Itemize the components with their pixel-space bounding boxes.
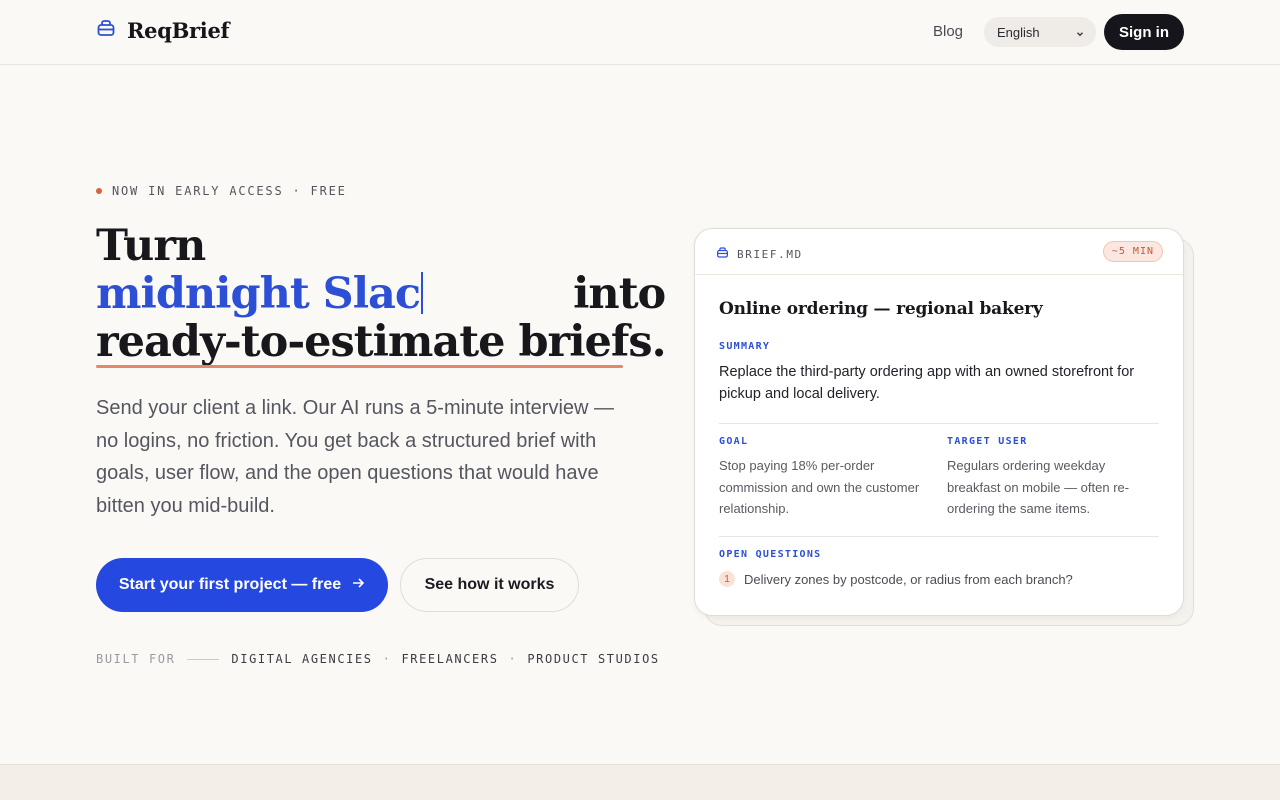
logo-text: ReqBrief [127,18,230,43]
language-value: English [997,24,1040,40]
start-project-button[interactable]: Start your first project — free [96,558,388,612]
headline-line-3: ready-to-estimate briefs. [96,317,667,367]
logo[interactable]: ReqBrief [96,18,230,43]
audience-freelancers: FREELANCERS [401,652,499,666]
hero-subtitle: Send your client a link. Our AI runs a 5… [96,397,615,517]
next-section-band [0,764,1280,800]
filename-text: BRIEF.MD [737,247,803,261]
eyebrow-badge: NOW IN EARLY ACCESS · FREE [96,184,347,198]
built-for-row: BUILT FOR DIGITAL AGENCIES · FREELANCERS… [96,652,660,666]
headline-into: into [573,269,666,319]
status-dot-icon [96,188,102,194]
brief-title: Online ordering — regional bakery [719,299,1043,319]
goal-label: GOAL [719,436,749,447]
built-for-label: BUILT FOR [96,652,176,666]
headline-underline [96,365,623,368]
start-project-label: Start your first project — free [118,576,342,593]
sign-in-button[interactable]: Sign in [1104,14,1184,50]
audience-agencies: DIGITAL AGENCIES [231,652,373,666]
built-for-divider [187,658,220,660]
brief-file-icon [716,246,729,262]
brief-preview-card: BRIEF.MD ~5 MIN Online ordering — region… [694,228,1184,616]
summary-label: SUMMARY [719,341,771,352]
card-divider [719,536,1159,537]
summary-text: Replace the third-party ordering app wit… [719,364,1135,402]
arrow-right-icon [351,576,365,595]
duration-badge: ~5 MIN [1102,241,1163,262]
typing-caret [421,272,424,314]
see-how-it-works-button[interactable]: See how it works [400,558,579,612]
brief-logo-icon [96,18,116,43]
headline-line-1: Turn [96,221,206,271]
headline-typed-text: midnight Slac [96,269,421,319]
hero-headline: Turn midnight Slac into ready-to-estimate… [96,221,667,368]
goal-text: Stop paying 18% per-order commission and… [719,458,920,516]
audience-studios: PRODUCT STUDIOS [527,652,660,666]
question-text: Delivery zones by postcode, or radius fr… [744,571,1073,587]
card-header: BRIEF.MD ~5 MIN [695,229,1183,275]
open-question-item: 1 Delivery zones by postcode, or radius … [719,571,1073,587]
audience-separator: · [382,652,392,666]
top-header: ReqBrief Blog English Sign in [0,0,1280,65]
language-select[interactable]: English [984,17,1096,47]
audience-separator: · [508,652,518,666]
target-user-text: Regulars ordering weekday breakfast on m… [947,458,1130,516]
question-number: 1 [719,571,735,587]
chevron-down-icon [1075,27,1085,37]
card-filename: BRIEF.MD [716,246,803,262]
card-divider [719,423,1159,424]
open-questions-label: OPEN QUESTIONS [719,549,822,560]
eyebrow-text: NOW IN EARLY ACCESS · FREE [112,184,347,198]
headline-line-2: midnight Slac into [96,269,666,319]
nav-blog-link[interactable]: Blog [933,23,963,40]
target-user-label: TARGET USER [947,436,1028,447]
